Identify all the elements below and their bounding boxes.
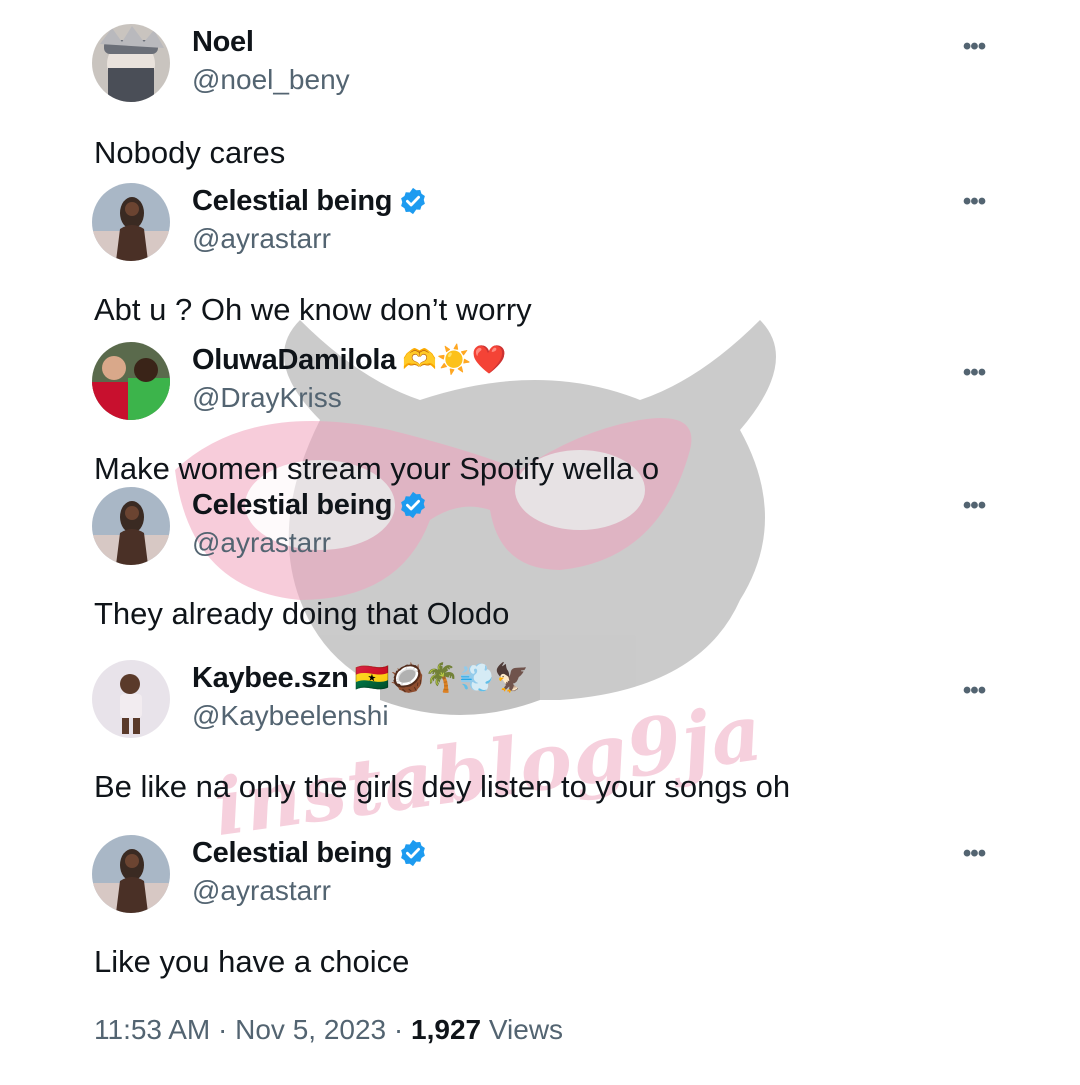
name-line: Noel [192, 24, 254, 60]
anime-mask-avatar-icon [92, 24, 170, 102]
tweet-text: Be like na only the girls dey listen to … [94, 769, 791, 804]
avatar[interactable] [92, 24, 170, 102]
tweet-header: OluwaDamilola 🫶☀️❤️ @DrayKriss ••• [92, 342, 992, 422]
tweet-header: Noel @noel_beny ••• [92, 24, 992, 104]
more-icon: ••• [962, 677, 986, 704]
tweet-text: Abt u ? Oh we know don’t worry [94, 292, 532, 327]
user-handle[interactable]: @ayrastarr [192, 527, 331, 559]
more-icon: ••• [962, 188, 986, 215]
more-options-button[interactable]: ••• [956, 358, 992, 388]
user-handle[interactable]: @DrayKriss [192, 382, 342, 414]
tweet-header: Celestial being @ayrastarr ••• [92, 835, 992, 915]
tweet-text: They already doing that Olodo [94, 596, 510, 631]
more-options-button[interactable]: ••• [956, 839, 992, 869]
avatar[interactable] [92, 487, 170, 565]
views-count: 1,927 [411, 1014, 482, 1045]
avatar[interactable] [92, 183, 170, 261]
display-name[interactable]: Kaybee.szn [192, 662, 349, 695]
woman-portrait-avatar-icon [92, 183, 170, 261]
tweet-header: Celestial being @ayrastarr ••• [92, 487, 992, 567]
display-name[interactable]: Celestial being [192, 185, 392, 218]
tweet-text: Nobody cares [94, 135, 286, 170]
name-line: Celestial being [192, 835, 428, 871]
woman-portrait-avatar-icon [92, 835, 170, 913]
avatar[interactable] [92, 835, 170, 913]
child-photo-avatar-icon [92, 660, 170, 738]
tweet-text: Like you have a choice [94, 944, 410, 979]
avatar[interactable] [92, 660, 170, 738]
user-handle[interactable]: @ayrastarr [192, 875, 331, 907]
name-emoji-badges: 🫶☀️❤️ [402, 343, 507, 376]
views-label: Views [488, 1014, 564, 1045]
tweet-meta: 11:53 AM · Nov 5, 2023 · 1,927 Views [94, 1014, 563, 1046]
display-name[interactable]: Celestial being [192, 837, 392, 870]
tweet-time[interactable]: 11:53 AM [94, 1014, 210, 1045]
name-line: Celestial being [192, 487, 428, 523]
display-name[interactable]: Noel [192, 26, 254, 59]
more-icon: ••• [962, 359, 986, 386]
tweet-text: Make women stream your Spotify wella o [94, 451, 660, 486]
more-icon: ••• [962, 840, 986, 867]
name-emoji-badges: 🇬🇭🥥🌴💨🦅 [354, 661, 529, 694]
tweet-date[interactable]: Nov 5, 2023 [235, 1014, 386, 1045]
separator-dot: · [218, 1014, 236, 1045]
more-icon: ••• [962, 492, 986, 519]
more-icon: ••• [962, 33, 986, 60]
tweet-header: Celestial being @ayrastarr ••• [92, 183, 992, 263]
name-line: Kaybee.szn 🇬🇭🥥🌴💨🦅 [192, 660, 529, 696]
display-name[interactable]: Celestial being [192, 489, 392, 522]
tweet-header: Kaybee.szn 🇬🇭🥥🌴💨🦅 @Kaybeelenshi ••• [92, 660, 992, 740]
more-options-button[interactable]: ••• [956, 491, 992, 521]
name-line: Celestial being [192, 183, 428, 219]
more-options-button[interactable]: ••• [956, 32, 992, 62]
verified-badge-icon [401, 187, 426, 215]
verified-badge-icon [401, 491, 426, 519]
display-name[interactable]: OluwaDamilola [192, 344, 396, 377]
separator-dot: · [393, 1014, 412, 1045]
user-handle[interactable]: @ayrastarr [192, 223, 331, 255]
name-line: OluwaDamilola 🫶☀️❤️ [192, 342, 507, 378]
football-players-avatar-icon [92, 342, 170, 420]
more-options-button[interactable]: ••• [956, 187, 992, 217]
more-options-button[interactable]: ••• [956, 676, 992, 706]
woman-portrait-avatar-icon [92, 487, 170, 565]
avatar[interactable] [92, 342, 170, 420]
user-handle[interactable]: @Kaybeelenshi [192, 700, 389, 732]
verified-badge-icon [401, 839, 426, 867]
user-handle[interactable]: @noel_beny [192, 64, 350, 96]
